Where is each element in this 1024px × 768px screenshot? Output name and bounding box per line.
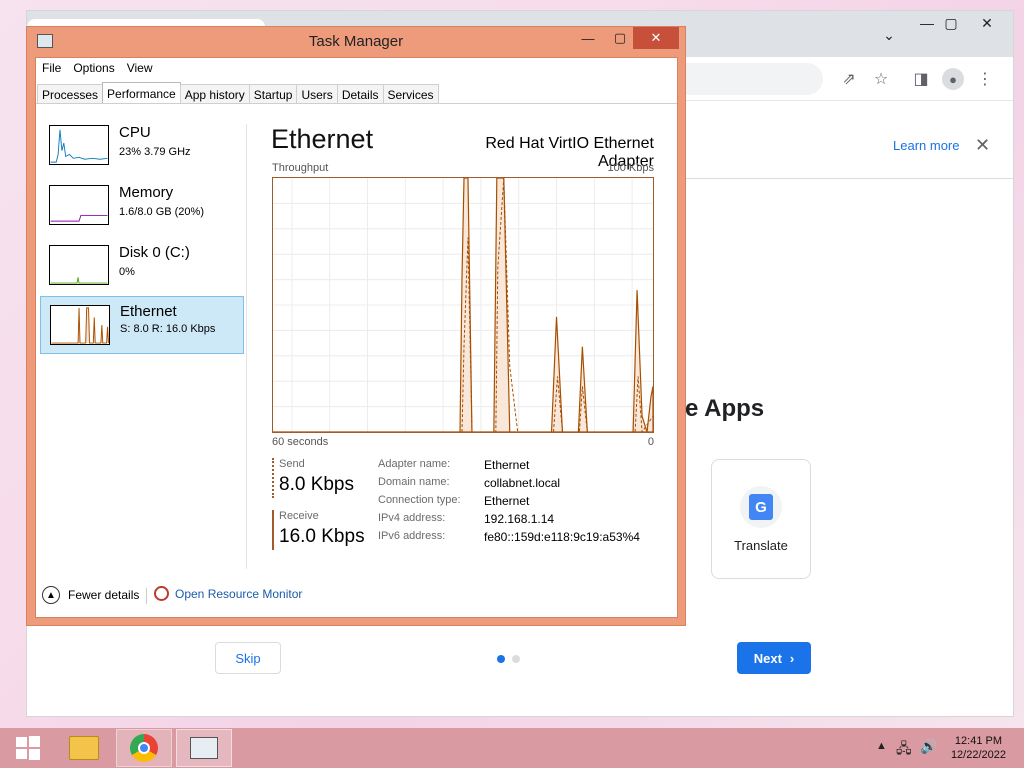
menu-options[interactable]: Options [73,61,114,75]
system-clock[interactable]: 12:41 PM 12/22/2022 [951,734,1006,762]
google-translate-icon: G [740,486,782,528]
receive-value: 16.0 Kbps [279,526,365,547]
next-label: Next [753,650,782,666]
resource-monitor-icon [154,586,169,601]
max-scale-label: 100 Kbps [607,162,654,174]
fewer-details-button[interactable]: ▲ Fewer details [42,586,139,604]
tab-app-history[interactable]: App history [179,84,250,104]
task-manager-taskbar-icon[interactable] [176,729,232,767]
min-scale-label: 0 [647,436,654,448]
learn-more-link[interactable]: Learn more [893,138,959,153]
share-icon[interactable]: ⇗ [835,65,863,93]
receive-legend-marker [272,510,274,550]
panel-title: Ethernet [271,124,374,154]
detail-label: IPv6 address: [378,530,446,542]
details-table: Adapter name: Ethernet Domain name: collab… [378,458,640,548]
detail-value: 192.168.1.14 [484,512,555,526]
throughput-label: Throughput [272,162,329,174]
memory-thumbnail [49,185,109,225]
detail-label: Adapter name: [378,458,451,470]
resource-monitor-label: Open Resource Monitor [175,586,303,601]
tab-strip: Processes Performance App history Startu… [37,82,439,104]
menu-view[interactable]: View [127,61,153,75]
apps-heading: e Apps [685,395,765,422]
show-hidden-icons-icon[interactable]: ▲ [876,740,887,752]
tm-close-icon[interactable]: ✕ [633,27,679,49]
footer-divider [146,588,147,604]
translate-label: Translate [734,538,788,553]
sidebar-disk-name: Disk 0 (C:) [119,244,190,261]
detail-value: Ethernet [484,494,530,508]
task-manager-client: File Options View Processes Performance … [35,57,678,618]
detail-label: Connection type: [378,494,461,506]
clock-time: 12:41 PM [954,735,1003,747]
chevron-up-icon: ▲ [42,586,60,604]
tm-maximize-icon[interactable]: ▢ [607,27,633,49]
sidebar-memory-name: Memory [119,184,174,201]
windows-start-icon[interactable] [0,729,56,767]
task-manager-window: Task Manager — ▢ ✕ File Options View Pro… [26,26,686,626]
close-window-icon[interactable]: ✕ [965,11,1009,35]
menu-kebab-icon[interactable]: ⋮ [971,65,999,93]
chrome-taskbar-icon[interactable] [116,729,172,767]
disk-thumbnail [49,245,109,285]
detail-value: fe80::159d:e118:9c19:a53%4 [484,530,640,544]
detail-label: IPv4 address: [378,512,446,524]
ethernet-thumbnail [50,305,110,345]
tab-divider [36,103,677,104]
chevron-right-icon: › [789,650,795,666]
sidebar-item-cpu[interactable]: CPU 23% 3.79 GHz [40,120,244,178]
time-axis-label: 60 seconds [272,436,329,448]
throughput-graph [272,177,654,433]
page-dot[interactable] [512,655,520,663]
file-explorer-icon[interactable] [56,729,112,767]
detail-label: Domain name: [378,476,450,488]
network-icon[interactable]: 🖧 [896,738,912,762]
clock-date: 12/22/2022 [950,749,1006,761]
sidebar-ethernet-sub: S: 8.0 R: 16.0 Kbps [120,323,216,335]
send-legend-marker [272,458,274,498]
side-panel-icon[interactable]: ◨ [907,65,935,93]
tab-performance[interactable]: Performance [102,82,181,104]
open-resource-monitor-link[interactable]: Open Resource Monitor [154,586,302,601]
sidebar-cpu-name: CPU [119,124,151,141]
tab-details[interactable]: Details [336,84,384,104]
menu-bar: File Options View [42,61,165,75]
taskbar: ▲ 🖧 🔊 12:41 PM 12/22/2022 [0,728,1024,768]
tab-startup[interactable]: Startup [248,84,298,104]
sidebar-separator [246,124,247,569]
send-label: Send [279,458,305,470]
profile-avatar-icon[interactable]: ● [939,65,967,93]
sidebar-disk-sub: 0% [119,266,135,278]
volume-icon[interactable]: 🔊 [920,738,937,755]
sidebar-cpu-sub: 23% 3.79 GHz [119,146,191,158]
sidebar-memory-sub: 1.6/8.0 GB (20%) [119,206,204,218]
detail-value: Ethernet [484,458,530,472]
sidebar-ethernet-name: Ethernet [120,303,177,320]
cpu-thumbnail [49,125,109,165]
close-infobar-icon[interactable]: ✕ [975,135,990,156]
tab-users[interactable]: Users [296,84,338,104]
sidebar-item-memory[interactable]: Memory 1.6/8.0 GB (20%) [40,180,244,238]
send-value: 8.0 Kbps [279,474,354,495]
page-dot-active[interactable] [497,655,505,663]
translate-app-card[interactable]: G Translate [711,459,811,579]
detail-value: collabnet.local [484,476,561,490]
next-button[interactable]: Next › [737,642,811,674]
receive-label: Receive [279,510,319,522]
skip-button[interactable]: Skip [215,642,281,674]
menu-file[interactable]: File [42,61,61,75]
sidebar-item-ethernet[interactable]: Ethernet S: 8.0 R: 16.0 Kbps [40,296,244,354]
fewer-details-label: Fewer details [68,588,140,602]
bookmark-star-icon[interactable]: ☆ [867,65,895,93]
tab-services[interactable]: Services [382,84,439,104]
sidebar-item-disk[interactable]: Disk 0 (C:) 0% [40,240,244,298]
tm-minimize-icon[interactable]: — [575,27,601,49]
tab-processes[interactable]: Processes [37,84,104,104]
